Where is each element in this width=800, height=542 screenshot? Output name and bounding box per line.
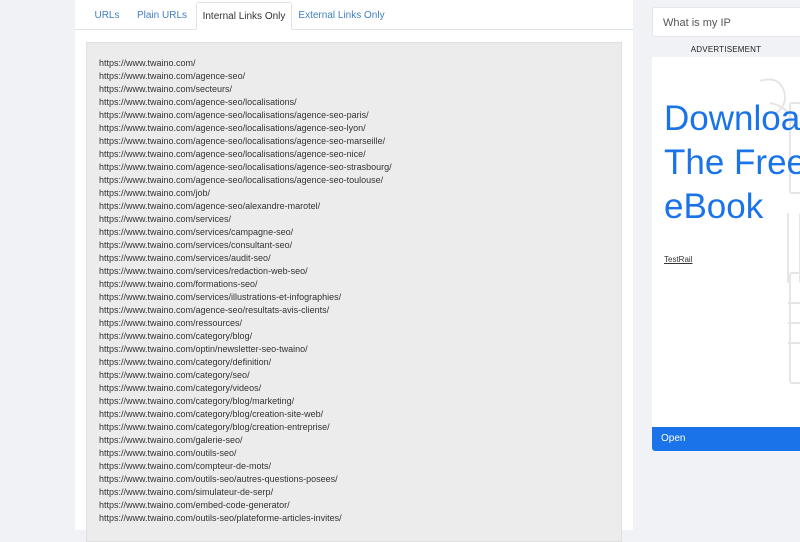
url-line: https://www.twaino.com/secteurs/ xyxy=(99,84,233,94)
url-line: https://www.twaino.com/category/blog/ xyxy=(99,331,253,341)
url-list: https://www.twaino.com/https://www.twain… xyxy=(99,57,392,525)
url-line: https://www.twaino.com/category/videos/ xyxy=(99,383,262,393)
url-list-box[interactable]: https://www.twaino.com/https://www.twain… xyxy=(86,42,622,542)
url-line: https://www.twaino.com/services/redactio… xyxy=(99,266,308,276)
url-line: https://www.twaino.com/agence-seo/locali… xyxy=(99,123,366,133)
url-line: https://www.twaino.com/outils-seo/autres… xyxy=(99,474,338,484)
url-line: https://www.twaino.com/agence-seo/locali… xyxy=(99,162,392,172)
tab-urls[interactable]: URLs xyxy=(86,2,128,29)
url-line: https://www.twaino.com/agence-seo/locali… xyxy=(99,97,297,107)
url-line: https://www.twaino.com/services/consulta… xyxy=(99,240,293,250)
url-line: https://www.twaino.com/galerie-seo/ xyxy=(99,435,243,445)
search-text: What is my IP xyxy=(663,17,731,29)
ad-headline: Downloa The Free eBook xyxy=(664,99,800,226)
tab-internal-links-only[interactable]: Internal Links Only xyxy=(196,2,292,30)
url-line: https://www.twaino.com/agence-seo/locali… xyxy=(99,136,386,146)
url-line: https://www.twaino.com/category/blog/cre… xyxy=(99,409,324,419)
url-line: https://www.twaino.com/agence-seo/result… xyxy=(99,305,330,315)
url-line: https://www.twaino.com/agence-seo/locali… xyxy=(99,175,384,185)
url-line: https://www.twaino.com/outils-seo/ xyxy=(99,448,237,458)
main-card: URLs Plain URLs Internal Links Only Exte… xyxy=(75,0,633,542)
url-line: https://www.twaino.com/category/definiti… xyxy=(99,357,272,367)
right-sidebar: What is my IP ADVERTISEMENT Downloa The … xyxy=(652,0,800,530)
what-is-my-ip-search[interactable]: What is my IP xyxy=(652,7,800,37)
ad-open-button[interactable]: Open xyxy=(652,427,800,451)
url-line: https://www.twaino.com/services/audit-se… xyxy=(99,253,271,263)
url-line: https://www.twaino.com/embed-code-genera… xyxy=(99,500,290,510)
url-line: https://www.twaino.com/category/blog/cre… xyxy=(99,422,330,432)
url-line: https://www.twaino.com/services/campagne… xyxy=(99,227,294,237)
url-line: https://www.twaino.com/agence-seo/locali… xyxy=(99,110,369,120)
url-line: https://www.twaino.com/formations-seo/ xyxy=(99,279,258,289)
url-line: https://www.twaino.com/category/seo/ xyxy=(99,370,250,380)
tab-plain-urls[interactable]: Plain URLs xyxy=(131,2,193,29)
url-line: https://www.twaino.com/services/illustra… xyxy=(99,292,342,302)
tab-external-links-only[interactable]: External Links Only xyxy=(295,2,388,29)
url-line: https://www.twaino.com/agence-seo/alexan… xyxy=(99,201,321,211)
ad-brand-link[interactable]: TestRail xyxy=(664,255,692,264)
url-line: https://www.twaino.com/ressources/ xyxy=(99,318,243,328)
advertisement-label: ADVERTISEMENT xyxy=(690,45,762,54)
advertisement-banner[interactable]: Downloa The Free eBook TestRail Open xyxy=(652,57,800,451)
url-line: https://www.twaino.com/job/ xyxy=(99,188,211,198)
url-line: https://www.twaino.com/category/blog/mar… xyxy=(99,396,295,406)
url-line: https://www.twaino.com/services/ xyxy=(99,214,232,224)
url-line: https://www.twaino.com/simulateur-de-ser… xyxy=(99,487,274,497)
url-line: https://www.twaino.com/agence-seo/ xyxy=(99,71,246,81)
url-line: https://www.twaino.com/ xyxy=(99,58,196,68)
url-line: https://www.twaino.com/optin/newsletter-… xyxy=(99,344,308,354)
url-line: https://www.twaino.com/outils-seo/platef… xyxy=(99,513,342,523)
url-line: https://www.twaino.com/agence-seo/locali… xyxy=(99,149,366,159)
tab-bar: URLs Plain URLs Internal Links Only Exte… xyxy=(75,0,633,30)
url-line: https://www.twaino.com/compteur-de-mots/ xyxy=(99,461,272,471)
